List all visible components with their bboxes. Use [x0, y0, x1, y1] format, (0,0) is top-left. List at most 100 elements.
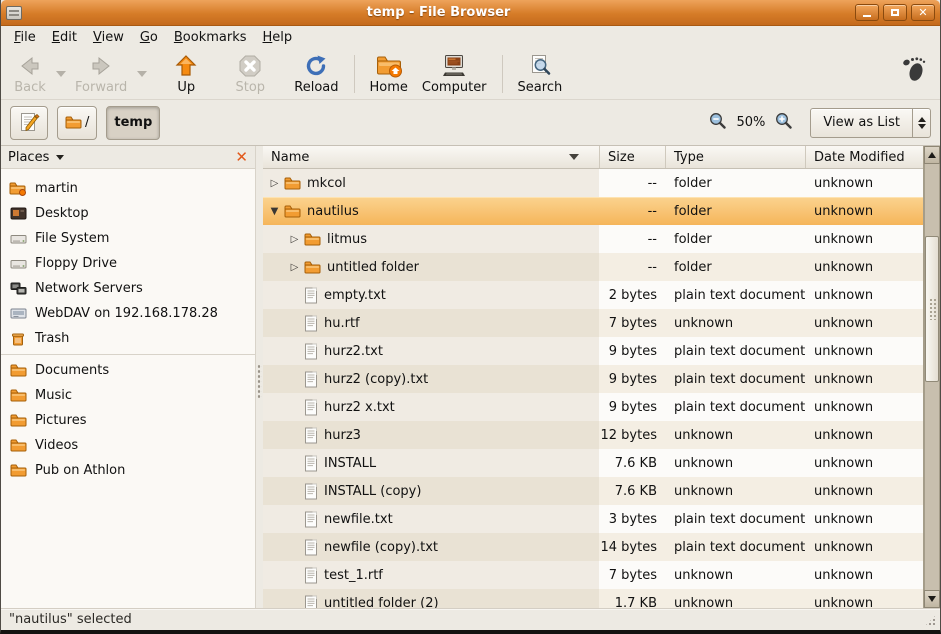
- sidebar-item-martin[interactable]: martin: [1, 176, 255, 201]
- scrollbar-thumb[interactable]: [925, 236, 939, 382]
- sidebar-item-pictures[interactable]: Pictures: [1, 408, 255, 433]
- zoom-out-button[interactable]: [709, 112, 727, 134]
- sidebar-pane-selector[interactable]: Places: [8, 150, 235, 165]
- column-header-type[interactable]: Type: [665, 146, 805, 168]
- row-newfile-txt[interactable]: newfile.txt 3 bytes plain text document …: [263, 505, 923, 533]
- row-mkcol[interactable]: ▷ mkcol -- folder unknown: [263, 169, 923, 197]
- row-install[interactable]: INSTALL 7.6 KB unknown unknown: [263, 449, 923, 477]
- file-name: untitled folder: [327, 260, 419, 275]
- stop-button[interactable]: Stop: [227, 51, 273, 97]
- reload-button[interactable]: Reload: [287, 51, 345, 97]
- file-date-modified: unknown: [805, 449, 923, 477]
- sidebar-item-webdav-on-192-168-178-28[interactable]: WebDAV on 192.168.178.28: [1, 301, 255, 326]
- pane-splitter[interactable]: [256, 146, 263, 608]
- vertical-scrollbar[interactable]: [923, 146, 940, 608]
- sidebar-item-desktop[interactable]: Desktop: [1, 201, 255, 226]
- expander-collapsed-icon[interactable]: ▷: [287, 262, 302, 273]
- file-name: litmus: [327, 232, 367, 247]
- sidebar-item-videos[interactable]: Videos: [1, 433, 255, 458]
- row-hurz3[interactable]: hurz3 12 bytes unknown unknown: [263, 421, 923, 449]
- maximize-button[interactable]: [883, 4, 907, 21]
- maximize-icon: [891, 9, 899, 16]
- column-header-name[interactable]: Name: [263, 146, 599, 168]
- scroll-up-button[interactable]: [924, 146, 940, 164]
- folder-icon: [9, 464, 27, 477]
- sidebar-item-floppy-drive[interactable]: Floppy Drive: [1, 251, 255, 276]
- minimize-button[interactable]: [855, 4, 879, 21]
- sidebar-close-button[interactable]: ✕: [235, 150, 248, 165]
- row-litmus[interactable]: ▷ litmus -- folder unknown: [263, 225, 923, 253]
- sidebar-item-music[interactable]: Music: [1, 383, 255, 408]
- sort-descending-icon: [569, 154, 579, 160]
- sidebar-item-file-system[interactable]: File System: [1, 226, 255, 251]
- file-type: plain text document: [665, 365, 805, 393]
- view-mode-select[interactable]: View as List: [810, 108, 931, 138]
- toolbar: Back Forward Up Stop Reload: [1, 49, 940, 100]
- sidebar-item-network-servers[interactable]: Network Servers: [1, 276, 255, 301]
- home-button[interactable]: Home: [363, 51, 415, 97]
- zoom-in-button[interactable]: [775, 112, 793, 134]
- row-newfile-copy-txt[interactable]: newfile (copy).txt 14 bytes plain text d…: [263, 533, 923, 561]
- resize-grip[interactable]: [924, 614, 937, 627]
- folder-icon: [9, 414, 27, 427]
- scrollbar-trough[interactable]: [924, 164, 940, 590]
- row-untitled-folder[interactable]: ▷ untitled folder -- folder unknown: [263, 253, 923, 281]
- file-rows: ▷ mkcol -- folder unknown ▼ nautilus -- …: [263, 169, 923, 608]
- file-type: plain text document: [665, 533, 805, 561]
- up-button[interactable]: Up: [163, 51, 209, 97]
- file-type: plain text document: [665, 281, 805, 309]
- file-type: folder: [665, 253, 805, 281]
- forward-history-dropdown[interactable]: [134, 51, 149, 97]
- sidebar-item-documents[interactable]: Documents: [1, 358, 255, 383]
- sidebar-item-pub-on-athlon[interactable]: Pub on Athlon: [1, 458, 255, 483]
- back-history-dropdown[interactable]: [53, 51, 68, 97]
- row-install-copy[interactable]: INSTALL (copy) 7.6 KB unknown unknown: [263, 477, 923, 505]
- toolbar-separator: [502, 55, 503, 93]
- file-type: folder: [665, 197, 805, 225]
- status-text: "nautilus" selected: [9, 612, 132, 627]
- scroll-down-icon: [928, 596, 936, 602]
- sidebar-item-trash[interactable]: Trash: [1, 326, 255, 351]
- titlebar[interactable]: temp - File Browser ✕: [1, 0, 940, 26]
- file-date-modified: unknown: [805, 365, 923, 393]
- stepper-up-icon: [918, 117, 926, 122]
- file-size: 9 bytes: [599, 365, 665, 393]
- column-header-date-modified[interactable]: Date Modified: [805, 146, 923, 168]
- up-arrow-icon: [174, 53, 198, 79]
- row-untitled-folder-2[interactable]: untitled folder (2) 1.7 KB unknown unkno…: [263, 589, 923, 608]
- row-hurz2-copy-txt[interactable]: hurz2 (copy).txt 9 bytes plain text docu…: [263, 365, 923, 393]
- menu-bookmarks[interactable]: Bookmarks: [166, 27, 255, 48]
- edit-location-button[interactable]: [10, 106, 48, 140]
- back-button[interactable]: Back: [7, 51, 53, 97]
- file-size: --: [599, 225, 665, 253]
- close-button[interactable]: ✕: [911, 4, 935, 21]
- expander-expanded-icon[interactable]: ▼: [267, 206, 282, 217]
- menu-go[interactable]: Go: [132, 27, 166, 48]
- file-name: hurz2 x.txt: [324, 400, 395, 415]
- file-browser-window: temp - File Browser ✕ File Edit View Go …: [0, 0, 941, 634]
- row-nautilus[interactable]: ▼ nautilus -- folder unknown: [263, 197, 923, 225]
- forward-button[interactable]: Forward: [68, 51, 134, 97]
- row-empty-txt[interactable]: empty.txt 2 bytes plain text document un…: [263, 281, 923, 309]
- column-header-size[interactable]: Size: [599, 146, 665, 168]
- menu-edit[interactable]: Edit: [44, 27, 85, 48]
- text-file-icon: [304, 287, 318, 304]
- search-button[interactable]: Search: [511, 51, 570, 97]
- expander-collapsed-icon[interactable]: ▷: [267, 178, 282, 189]
- view-mode-stepper[interactable]: [912, 109, 930, 137]
- current-folder-button[interactable]: temp: [106, 106, 160, 140]
- menu-file[interactable]: File: [6, 27, 44, 48]
- file-date-modified: unknown: [805, 337, 923, 365]
- row-test-1-rtf[interactable]: test_1.rtf 7 bytes unknown unknown: [263, 561, 923, 589]
- expander-collapsed-icon[interactable]: ▷: [287, 234, 302, 245]
- scroll-down-button[interactable]: [924, 590, 940, 608]
- root-path-button[interactable]: /: [57, 106, 97, 140]
- menu-help[interactable]: Help: [255, 27, 301, 48]
- file-size: 1.7 KB: [599, 589, 665, 608]
- row-hurz2-txt[interactable]: hurz2.txt 9 bytes plain text document un…: [263, 337, 923, 365]
- computer-button[interactable]: Computer: [415, 51, 494, 97]
- menu-view[interactable]: View: [85, 27, 132, 48]
- row-hu-rtf[interactable]: hu.rtf 7 bytes unknown unknown: [263, 309, 923, 337]
- row-hurz2-x-txt[interactable]: hurz2 x.txt 9 bytes plain text document …: [263, 393, 923, 421]
- file-size: 7 bytes: [599, 309, 665, 337]
